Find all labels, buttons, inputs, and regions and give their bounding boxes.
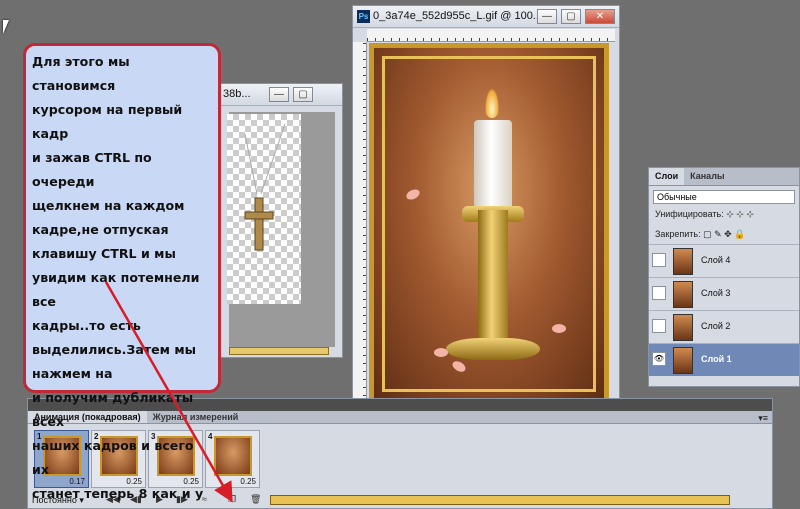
blend-mode-select[interactable]: Обычные	[653, 190, 795, 204]
layer-row-selected[interactable]: 👁 Слой 1	[649, 343, 799, 376]
layer-thumbnail	[673, 281, 693, 308]
unify-row: Унифицировать: ⊹ ⊹ ⊹	[649, 204, 799, 224]
document-window-main[interactable]: Ps 0_3a74e_552d955c_L.gif @ 100... — ▢ ✕	[352, 5, 620, 405]
layer-row[interactable]: Слой 2	[649, 310, 799, 343]
layer-thumbnail	[673, 347, 693, 374]
layer-name: Слой 4	[701, 255, 731, 265]
lock-row: Закрепить: ▢ ✎ ✥ 🔒	[649, 224, 799, 244]
instruction-text: Для этого мы становимся курсором на перв…	[32, 54, 204, 501]
minimize-button[interactable]: —	[537, 9, 557, 24]
rose-petal	[434, 348, 448, 357]
mouse-cursor-icon	[3, 20, 9, 34]
unify-icons[interactable]: ⊹ ⊹ ⊹	[726, 209, 754, 219]
layer-row[interactable]: Слой 4	[649, 244, 799, 277]
layer-name: Слой 1	[701, 354, 732, 364]
frame-delay[interactable]: 0.25	[240, 477, 256, 486]
minimize-button[interactable]: —	[269, 87, 289, 102]
document-window-secondary[interactable]: 38b... — ▢	[218, 83, 343, 358]
visibility-toggle[interactable]	[652, 319, 666, 333]
layer-thumbnail	[673, 248, 693, 275]
lock-label: Закрепить:	[655, 229, 701, 239]
secondary-window-title: 38b...	[223, 88, 251, 100]
maximize-button[interactable]: ▢	[561, 9, 581, 24]
main-window-title: 0_3a74e_552d955c_L.gif @ 100...	[373, 10, 542, 22]
horizontal-ruler	[367, 29, 615, 42]
candle	[474, 120, 512, 210]
main-window-titlebar[interactable]: Ps 0_3a74e_552d955c_L.gif @ 100... — ▢ ✕	[353, 6, 619, 28]
maximize-button[interactable]: ▢	[293, 87, 313, 102]
tab-layers[interactable]: Слои	[649, 168, 685, 185]
vertical-ruler	[353, 42, 367, 404]
layer-name: Слой 3	[701, 288, 731, 298]
candlestick-base	[446, 338, 540, 360]
layer-name: Слой 2	[701, 321, 731, 331]
cross-pendant-image	[244, 123, 286, 251]
visibility-toggle[interactable]	[652, 286, 666, 300]
eye-icon[interactable]: 👁	[652, 352, 666, 366]
duplicate-frame-button[interactable]: ❐	[228, 494, 236, 505]
photoshop-icon: Ps	[357, 10, 370, 23]
lock-icons[interactable]: ▢ ✎ ✥ 🔒	[703, 229, 745, 239]
layers-panel-tabs: Слои Каналы	[649, 168, 799, 186]
close-button[interactable]: ✕	[585, 9, 615, 24]
horizontal-scrollbar[interactable]	[229, 347, 329, 355]
unify-label: Унифицировать:	[655, 209, 724, 219]
layer-row[interactable]: Слой 3	[649, 277, 799, 310]
frame-thumbnail	[214, 436, 252, 476]
tab-channels[interactable]: Каналы	[684, 168, 730, 185]
transparent-canvas	[227, 114, 301, 304]
instruction-callout: Для этого мы становимся курсором на перв…	[23, 43, 221, 501]
frames-scrollbar[interactable]	[270, 495, 730, 505]
layers-panel[interactable]: Слои Каналы Обычные Унифицировать: ⊹ ⊹ ⊹…	[648, 167, 800, 387]
layer-thumbnail	[673, 314, 693, 341]
animation-frame[interactable]: 4 0.25	[205, 430, 260, 488]
candle-image-canvas[interactable]	[369, 43, 609, 405]
panel-menu-icon[interactable]: ▾≡	[758, 413, 768, 424]
secondary-window-titlebar[interactable]: 38b... — ▢	[219, 84, 342, 106]
candlestick-stem	[478, 210, 508, 340]
rose-petal	[552, 324, 566, 333]
delete-frame-button[interactable]: 🗑	[250, 494, 261, 505]
visibility-toggle[interactable]	[652, 253, 666, 267]
